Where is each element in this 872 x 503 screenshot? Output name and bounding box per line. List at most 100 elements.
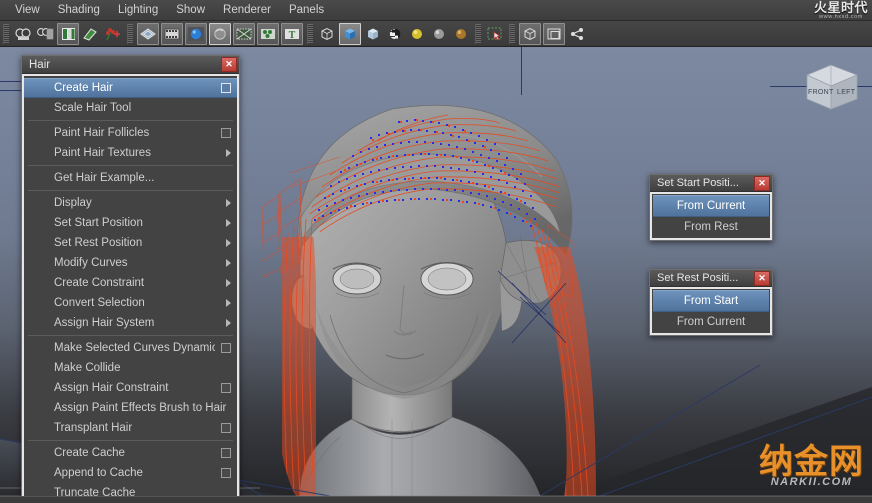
option-box-icon[interactable] [221, 343, 231, 353]
menu-item-label: Scale Hair Tool [54, 102, 132, 114]
paint-icon[interactable] [81, 24, 101, 44]
set-rest-position-dialog[interactable]: Set Rest Positi... ✕ From Start From Cur… [649, 269, 773, 336]
menu-view[interactable]: View [6, 2, 49, 18]
menu-show[interactable]: Show [167, 2, 214, 18]
checker-sphere-icon[interactable] [385, 24, 405, 44]
light-amber-icon[interactable] [451, 24, 471, 44]
toolbar-grip-2[interactable] [127, 23, 133, 44]
set-start-position-options: From Current From Rest [650, 192, 772, 240]
view-cube-front-label[interactable]: FRONT [808, 89, 834, 96]
text-icon[interactable]: T [281, 22, 303, 45]
hair-menu-panel[interactable]: Hair ✕ Create Hair Scale Hair Tool Paint… [21, 55, 240, 503]
menu-item-create-constraint[interactable]: Create Constraint [24, 273, 237, 293]
menu-item-label: Paint Hair Follicles [54, 127, 150, 139]
menu-lighting[interactable]: Lighting [109, 2, 167, 18]
set-start-position-title: Set Start Positi... [657, 177, 739, 189]
view-cube-left-label[interactable]: LEFT [837, 89, 855, 96]
menu-shading[interactable]: Shading [49, 2, 109, 18]
cube-blue-icon[interactable] [339, 22, 361, 45]
menu-item-label: Modify Curves [54, 257, 128, 269]
close-icon[interactable]: ✕ [754, 270, 770, 286]
brand-logo: 火星时代 www.hxsd.com [814, 1, 868, 20]
menu-item-assign-paint-effects-brush-to-hair[interactable]: Assign Paint Effects Brush to Hair [24, 398, 237, 418]
film-icon[interactable] [161, 22, 183, 45]
menu-item-get-hair-example[interactable]: Get Hair Example... [24, 168, 237, 188]
hair-panel-title: Hair [29, 58, 51, 71]
menu-separator [28, 190, 233, 191]
set-start-position-dialog[interactable]: Set Start Positi... ✕ From Current From … [649, 174, 773, 241]
menu-separator [28, 165, 233, 166]
hair-panel-titlebar[interactable]: Hair ✕ [22, 56, 239, 74]
option-box-icon[interactable] [221, 83, 231, 93]
menu-item-scale-hair-tool[interactable]: Scale Hair Tool [24, 98, 237, 118]
menu-item-display[interactable]: Display [24, 193, 237, 213]
toolbar-grip-3[interactable] [307, 23, 313, 44]
menu-item-modify-curves[interactable]: Modify Curves [24, 253, 237, 273]
set-rest-position-titlebar[interactable]: Set Rest Positi... ✕ [650, 270, 772, 287]
toolbar-grip-1[interactable] [3, 23, 9, 44]
brand-logo-text: 火星时代 [813, 0, 868, 15]
menu-item-convert-selection[interactable]: Convert Selection [24, 293, 237, 313]
option-from-rest[interactable]: From Rest [653, 217, 769, 237]
menu-item-append-to-cache[interactable]: Append to Cache [24, 463, 237, 483]
submenu-arrow-icon [226, 259, 231, 267]
menu-item-label: Append to Cache [54, 467, 143, 479]
menu-item-create-hair[interactable]: Create Hair [24, 78, 237, 98]
menu-item-label: Assign Paint Effects Brush to Hair [54, 402, 227, 414]
menu-item-label: Assign Hair Constraint [54, 382, 169, 394]
option-from-start[interactable]: From Start [653, 290, 769, 312]
menu-item-make-selected-curves-dynamic[interactable]: Make Selected Curves Dynamic [24, 338, 237, 358]
set-start-position-titlebar[interactable]: Set Start Positi... ✕ [650, 175, 772, 192]
submenu-arrow-icon [226, 319, 231, 327]
menu-item-set-rest-position[interactable]: Set Rest Position [24, 233, 237, 253]
menu-item-paint-hair-textures[interactable]: Paint Hair Textures [24, 143, 237, 163]
cube-wire-icon[interactable] [317, 24, 337, 44]
option-from-current[interactable]: From Current [653, 312, 769, 332]
menu-item-label: Set Start Position [54, 217, 143, 229]
close-icon[interactable]: ✕ [221, 57, 237, 72]
view-cube[interactable]: FRONT LEFT [801, 61, 863, 115]
share-icon[interactable] [567, 24, 587, 44]
cube-outline-icon[interactable] [519, 22, 541, 45]
submenu-arrow-icon [226, 149, 231, 157]
texture-icon[interactable] [257, 22, 279, 45]
menu-panels[interactable]: Panels [280, 2, 333, 18]
camera-attributes-icon[interactable] [35, 24, 55, 44]
option-box-icon[interactable] [221, 423, 231, 433]
toolbar-grip-4[interactable] [475, 23, 481, 44]
option-box-icon[interactable] [221, 468, 231, 478]
close-icon[interactable]: ✕ [754, 175, 770, 191]
flower-plus-icon[interactable] [103, 24, 123, 44]
option-box-icon[interactable] [221, 128, 231, 138]
menu-item-transplant-hair[interactable]: Transplant Hair [24, 418, 237, 438]
menu-item-paint-hair-follicles[interactable]: Paint Hair Follicles [24, 123, 237, 143]
menu-item-assign-hair-constraint[interactable]: Assign Hair Constraint [24, 378, 237, 398]
book-icon[interactable] [57, 22, 79, 45]
toolbar-grip-5[interactable] [509, 23, 515, 44]
cube-light-icon[interactable] [363, 24, 383, 44]
menu-item-label: Create Constraint [54, 277, 145, 289]
menu-item-set-start-position[interactable]: Set Start Position [24, 213, 237, 233]
menu-item-create-cache[interactable]: Create Cache [24, 443, 237, 463]
option-from-current[interactable]: From Current [653, 195, 769, 217]
menu-renderer[interactable]: Renderer [214, 2, 280, 18]
menu-item-make-collide[interactable]: Make Collide [24, 358, 237, 378]
xray-icon[interactable] [233, 22, 255, 45]
sphere-blue-icon[interactable] [185, 22, 207, 45]
menu-item-label: Assign Hair System [54, 317, 155, 329]
marquee-cursor-icon[interactable] [485, 24, 505, 44]
option-box-icon[interactable] [221, 383, 231, 393]
option-box-icon[interactable] [221, 448, 231, 458]
menu-separator [28, 335, 233, 336]
panel-split-icon[interactable] [543, 22, 565, 45]
menu-item-label: Display [54, 197, 92, 209]
light-grey-icon[interactable] [429, 24, 449, 44]
light-yellow-icon[interactable] [407, 24, 427, 44]
camera-icon[interactable] [13, 24, 33, 44]
brand-logo-url: www.hxsd.com [819, 13, 863, 20]
menu-separator [28, 440, 233, 441]
submenu-arrow-icon [226, 279, 231, 287]
sphere-grey-icon[interactable] [209, 22, 231, 45]
wireframe-icon[interactable] [137, 22, 159, 45]
menu-item-assign-hair-system[interactable]: Assign Hair System [24, 313, 237, 333]
